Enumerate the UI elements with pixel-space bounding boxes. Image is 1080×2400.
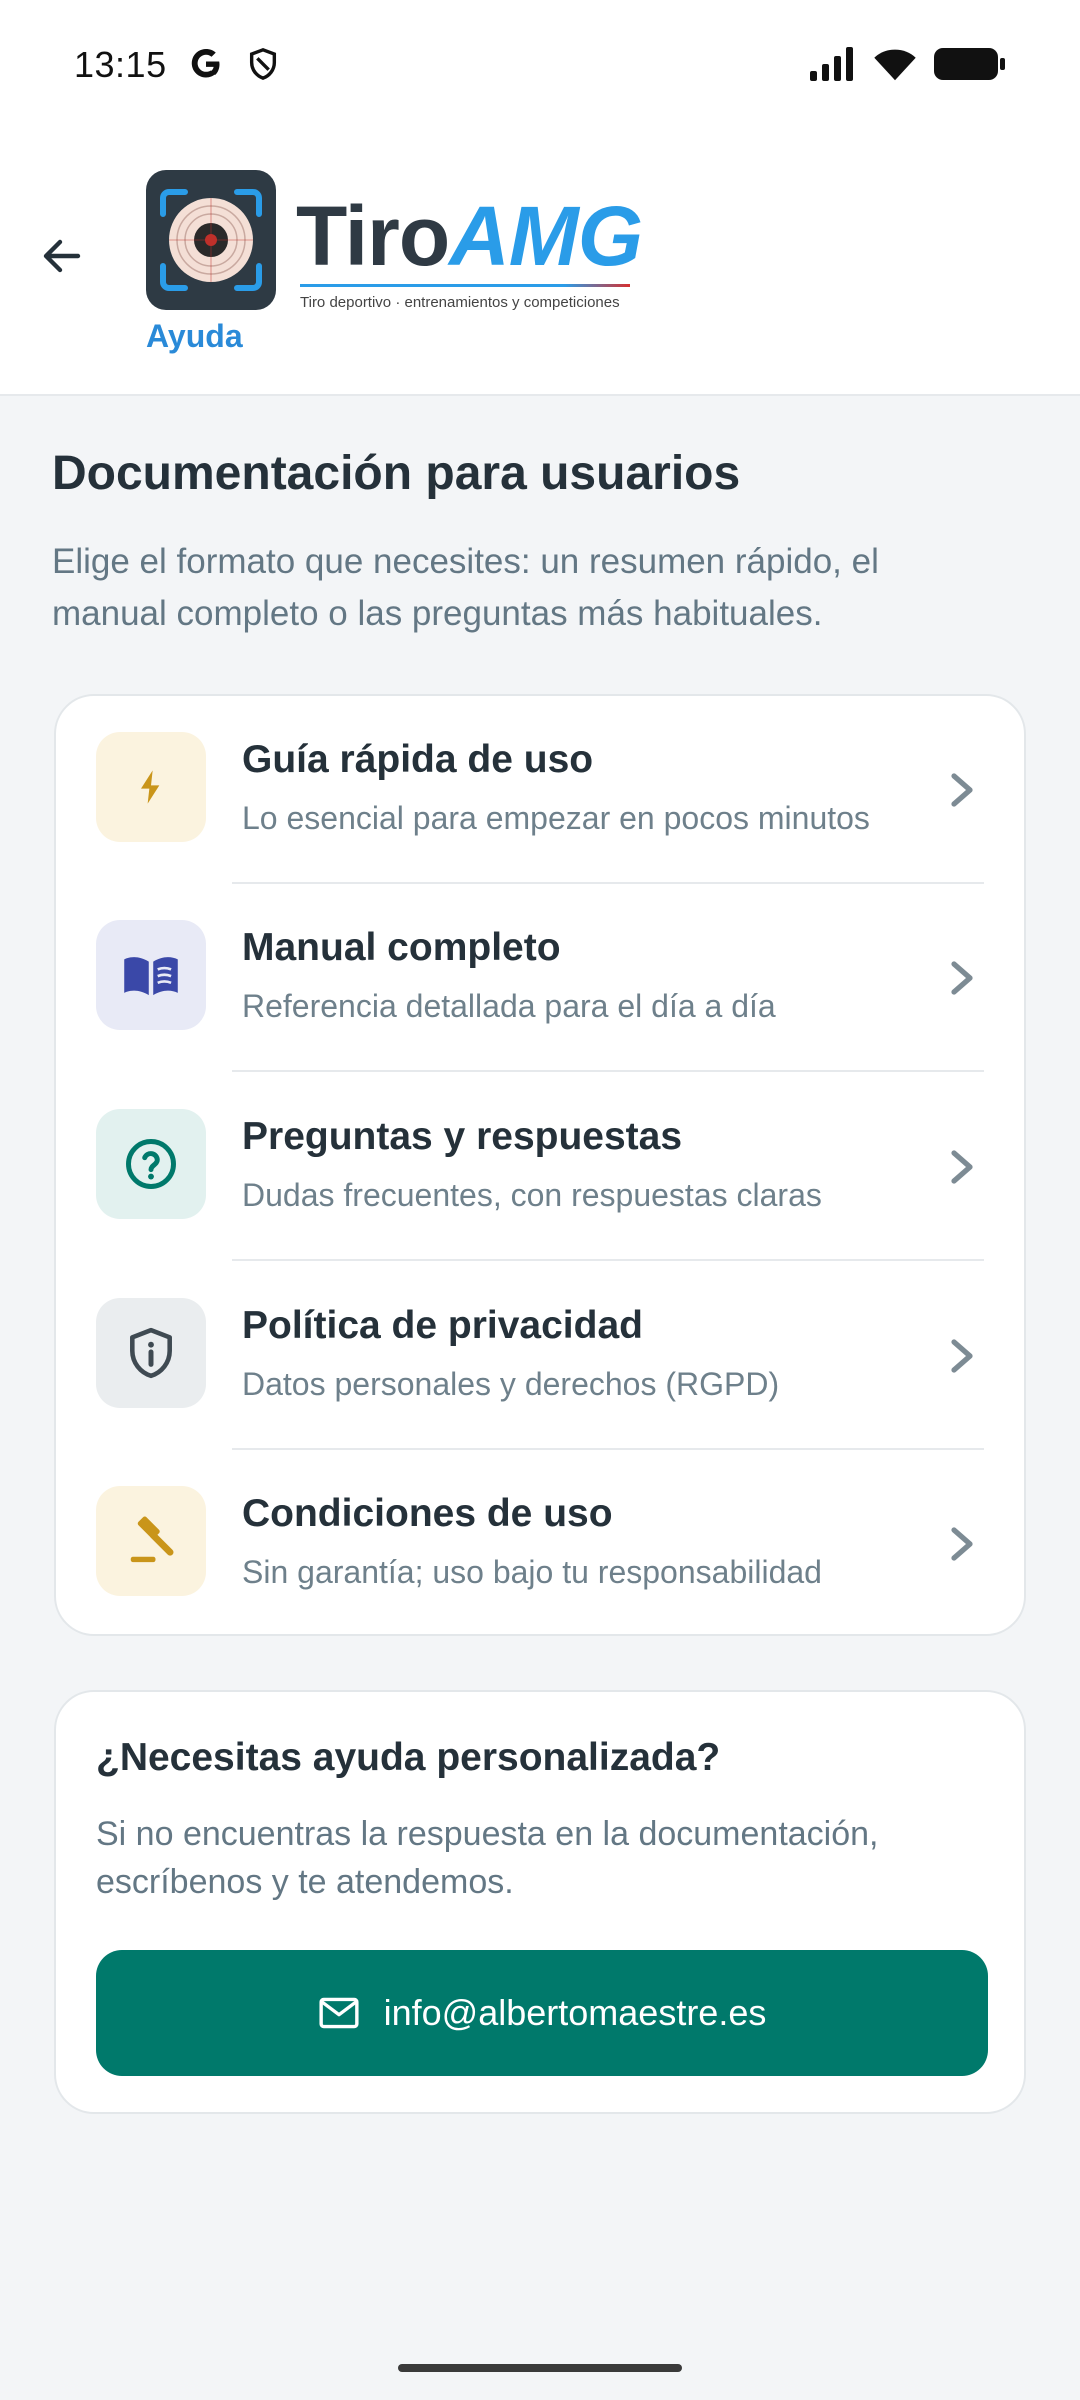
email-label: info@albertomaestre.es: [383, 1992, 767, 2033]
gavel-icon: [130, 1516, 174, 1563]
divider: [232, 1259, 984, 1261]
doc-item-terms[interactable]: Condiciones de uso Sin garantía; uso baj…: [56, 1450, 1024, 1634]
bolt-icon: [141, 770, 160, 804]
doc-item-privacy[interactable]: Política de privacidad Datos personales …: [56, 1262, 1024, 1450]
docs-card: Guía rápida de uso Lo esencial para empe…: [54, 694, 1026, 1636]
status-left-icons: [188, 46, 280, 87]
doc-subtitle: Lo esencial para empezar en pocos minuto…: [242, 800, 870, 836]
doc-icon-tile: [96, 1109, 206, 1219]
doc-icon-tile: [96, 1298, 206, 1408]
doc-title: Preguntas y respuestas: [242, 1115, 683, 1158]
mail-icon: [319, 1997, 359, 2029]
brand-amg: AMG: [449, 189, 643, 283]
wifi-icon: [872, 46, 918, 87]
book-icon: [124, 957, 178, 996]
doc-item-quick-guide[interactable]: Guía rápida de uso Lo esencial para empe…: [56, 696, 1024, 884]
doc-subtitle: Dudas frecuentes, con respuestas claras: [242, 1177, 822, 1213]
brand-tiro: Tiro: [296, 189, 450, 283]
shield-icon: [246, 46, 280, 87]
divider: [232, 1070, 984, 1072]
brand-tagline: Tiro deportivo · entrenamientos y compet…: [300, 294, 620, 311]
status-bar: 13:15: [0, 0, 1080, 130]
email-button[interactable]: info@albertomaestre.es: [96, 1950, 988, 2076]
google-icon: [188, 46, 224, 87]
signal-icon: [810, 47, 856, 86]
doc-item-faq[interactable]: Preguntas y respuestas Dudas frecuentes,…: [56, 1073, 1024, 1261]
help-title: ¿Necesitas ayuda personalizada?: [96, 1736, 721, 1779]
doc-title: Condiciones de uso: [242, 1492, 613, 1535]
doc-subtitle: Referencia detallada para el día a día: [242, 988, 776, 1024]
doc-icon-tile: [96, 1486, 206, 1596]
arrow-left-icon: [43, 239, 81, 273]
doc-title: Política de privacidad: [242, 1304, 643, 1347]
header-subtitle: Ayuda: [146, 318, 243, 354]
page-intro: Elige el formato que necesites: un resum…: [52, 542, 879, 633]
battery-icon: [934, 46, 1006, 87]
brand-underline: [300, 284, 630, 287]
doc-icon-tile: [96, 732, 206, 842]
doc-item-manual[interactable]: Manual completo Referencia detallada par…: [56, 884, 1024, 1072]
shield-info-icon: [130, 1327, 172, 1379]
app-logo: [146, 170, 276, 310]
doc-title: Guía rápida de uso: [242, 738, 594, 781]
chevron-right-icon: [951, 961, 973, 995]
help-text: Si no encuentras la respuesta en la docu…: [96, 1815, 879, 1901]
page-title: Documentación para usuarios: [52, 447, 741, 500]
question-circle-icon: [126, 1139, 176, 1189]
chevron-right-icon: [951, 1150, 973, 1184]
doc-icon-tile: [96, 920, 206, 1030]
help-card: ¿Necesitas ayuda personalizada? Si no en…: [54, 1690, 1026, 2114]
chevron-right-icon: [951, 1527, 973, 1561]
chevron-right-icon: [951, 1339, 973, 1373]
doc-subtitle: Sin garantía; uso bajo tu responsabilida…: [242, 1554, 822, 1590]
back-button[interactable]: [30, 224, 94, 288]
doc-title: Manual completo: [242, 926, 561, 969]
home-indicator[interactable]: [398, 2364, 682, 2372]
status-right-icons: [810, 46, 1006, 87]
brand-wordmark: TiroAMG Tiro deportivo · entrenamientos …: [296, 188, 643, 311]
status-time: 13:15: [74, 44, 167, 85]
app-header: TiroAMG Tiro deportivo · entrenamientos …: [0, 130, 1080, 396]
chevron-right-icon: [951, 773, 973, 807]
doc-subtitle: Datos personales y derechos (RGPD): [242, 1366, 780, 1402]
target-icon: [160, 189, 262, 291]
